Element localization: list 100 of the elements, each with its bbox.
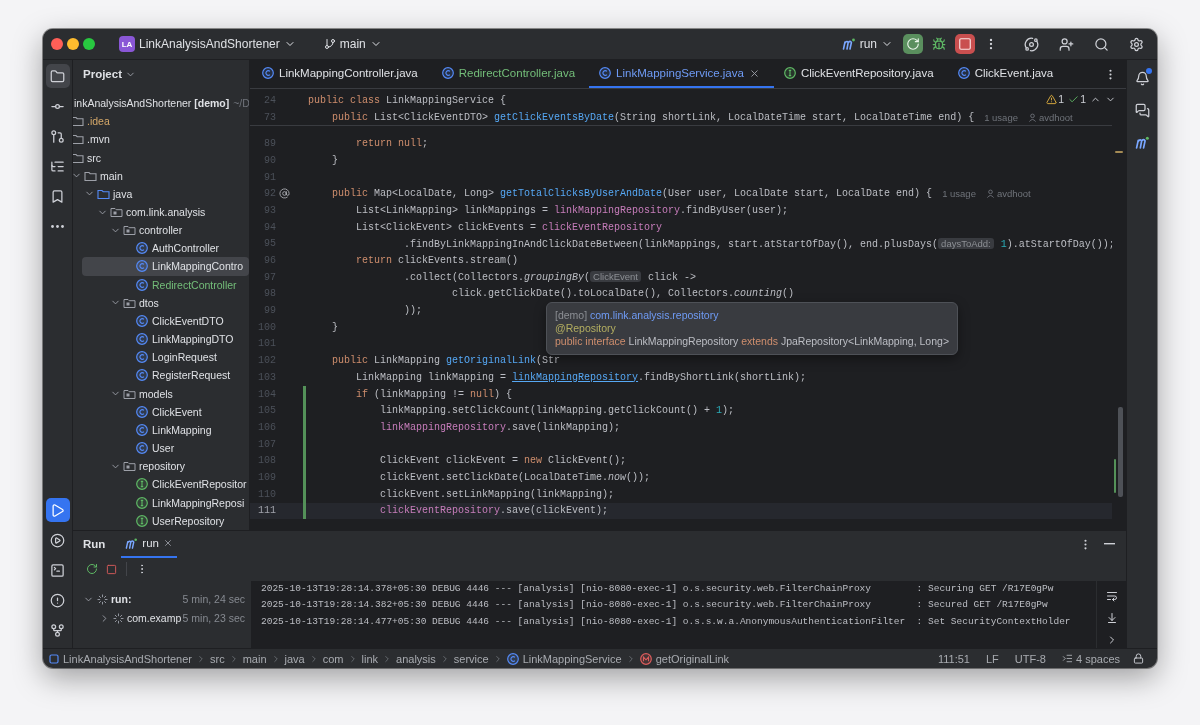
class-icon — [136, 242, 148, 255]
tree-item[interactable]: ClickEventDTO — [73, 311, 249, 331]
close-window-button[interactable] — [51, 38, 63, 50]
tree-item[interactable]: LinkMappingContro — [82, 257, 249, 276]
breadcrumb[interactable]: LinkMappingService — [506, 652, 622, 665]
class-icon — [136, 314, 148, 327]
editor-tab[interactable]: RedirectController.java — [431, 60, 590, 88]
code-line: public Map<LocalDate, Long> getTotalClicksByUserAndDate(User user, LocalDate start, LocalDate end) { — [331, 188, 933, 200]
tree-item[interactable]: ClickEvent — [73, 402, 249, 421]
breadcrumb[interactable]: link — [361, 652, 379, 665]
breadcrumb[interactable]: service — [453, 652, 489, 665]
tree-item[interactable]: AuthController — [73, 239, 249, 258]
alert-icon — [50, 592, 65, 608]
item-label: .idea — [87, 115, 110, 128]
editor-tab[interactable]: ClickEventRepository.java — [773, 60, 948, 88]
breadcrumb[interactable]: analysis — [396, 652, 436, 665]
run-tab[interactable]: run — [121, 530, 177, 558]
code-line: clickEvent.setClickDate(LocalDateTime.now()); — [379, 471, 651, 483]
usage-hint[interactable]: 1 usage — [984, 111, 1018, 123]
zoom-window-button[interactable] — [83, 38, 95, 50]
popup-line: public interface LinkMappingRepository extends JpaRepository<LinkMapping, Long> — [555, 335, 950, 348]
class-icon — [441, 67, 454, 79]
breadcrumb[interactable]: LinkAnalysisAndShortener — [49, 652, 193, 665]
caret-position[interactable]: 111:51 — [931, 652, 976, 665]
tree-item[interactable]: models — [73, 384, 249, 403]
panel-title: Run — [83, 538, 106, 551]
branch-selector[interactable]: main — [319, 34, 386, 54]
author-hint[interactable]: avdhoot — [1027, 111, 1073, 123]
rerun-button[interactable] — [903, 34, 923, 54]
tree-item[interactable]: src — [73, 148, 249, 167]
code-line: linkMappingRepository.save(linkMapping); — [379, 421, 621, 433]
package-folder-icon — [109, 206, 123, 218]
run-configuration-selector[interactable]: run — [837, 34, 897, 54]
run-tree-item[interactable]: run: 5 min, 24 sec — [73, 589, 251, 609]
tree-item[interactable]: main — [73, 166, 249, 185]
console-line: 2025-10-13T19:28:14.382+05:30 DEBUG 4446 --- [analysis] [nio-8080-exec-1] o.s.security.web.FilterChainProxy : Secured GET /R17E0gPw — [261, 598, 1048, 613]
panel-title[interactable]: Project — [83, 68, 122, 80]
code-line: .collect(Collectors.groupingBy( ClickEvent click -> — [403, 271, 696, 284]
indent-setting[interactable]: 4 spaces — [1055, 652, 1126, 665]
interface-icon — [136, 514, 148, 527]
close-icon — [163, 538, 173, 549]
tree-item[interactable]: .mvn — [73, 130, 249, 149]
tree-item[interactable]: LoginRequest — [73, 348, 249, 367]
class-icon — [136, 278, 148, 291]
tree-item[interactable]: RegisterRequest — [73, 366, 249, 385]
author-hint[interactable]: avdhoot — [985, 188, 1031, 200]
package-folder-icon — [122, 296, 136, 309]
minimize-window-button[interactable] — [67, 38, 79, 50]
code-line: List<LinkMapping> linkMappings = linkMappingRepository.findByUser(user); — [355, 204, 789, 216]
tree-item[interactable]: com.link.analysis — [73, 202, 249, 222]
console-line: 2025-10-13T19:28:14.378+05:30 DEBUG 4446 --- [analysis] [nio-8080-exec-1] o.s.security.web.FilterChainProxy : Securing GET /R17E0gPw — [261, 581, 1054, 596]
tree-item[interactable]: User — [73, 438, 249, 458]
rerun-icon — [86, 563, 98, 576]
tree-item[interactable]: java — [73, 184, 249, 203]
file-encoding[interactable]: UTF-8 — [1008, 652, 1052, 665]
class-icon — [136, 260, 148, 273]
run-tool-button[interactable] — [45, 498, 70, 522]
tree-item[interactable]: dtos — [73, 293, 249, 312]
item-label: src — [87, 151, 101, 164]
breadcrumb[interactable]: java — [284, 652, 305, 665]
editor-tab[interactable]: ClickEvent.java — [947, 60, 1068, 88]
tree-item[interactable]: UserRepository — [73, 511, 249, 530]
code-line: } — [331, 154, 338, 166]
warnings-indicator[interactable]: 1 — [1046, 93, 1065, 105]
code-line: public LinkMapping getOriginalLink(Str — [331, 355, 561, 367]
code-line: clickEvent.setLinkMapping(linkMapping); — [379, 488, 615, 500]
item-label: UserRepository — [152, 514, 225, 527]
line-separator[interactable]: LF — [979, 652, 1005, 665]
usage-hint[interactable]: 1 usage — [942, 188, 976, 200]
breadcrumb[interactable]: main — [242, 652, 267, 665]
weak-warnings-indicator[interactable]: 1 — [1068, 93, 1086, 105]
orbit-icon — [1024, 36, 1039, 52]
tree-item[interactable]: LinkMappingDTO — [73, 330, 249, 349]
code-line: return clickEvents.stream() — [355, 255, 519, 267]
run-tree-item[interactable]: com.examp5 min, 23 sec — [73, 608, 251, 628]
indent-icon — [1061, 653, 1073, 664]
at-sign-icon[interactable] — [279, 188, 290, 200]
stop-button[interactable] — [955, 34, 975, 54]
tree-item[interactable]: .idea — [73, 112, 249, 131]
tree-item[interactable]: LinkMappingReposi — [73, 493, 249, 512]
bookmark-icon — [50, 188, 65, 204]
tree-item[interactable]: ClickEventRepositor — [73, 475, 249, 494]
project-selector[interactable]: LA LinkAnalysisAndShortener — [115, 33, 300, 55]
tree-item[interactable]: inkAnalysisAndShortener [demo] ~/D — [73, 94, 249, 113]
maven-icon — [1134, 134, 1150, 150]
popup-line: [demo] com.link.analysis.repository — [555, 309, 719, 322]
editor-tab[interactable]: LinkMappingController.java — [252, 60, 432, 88]
breadcrumb[interactable]: com — [322, 652, 344, 665]
code-line: } — [331, 321, 338, 333]
tree-item[interactable]: LinkMapping — [73, 420, 249, 439]
run-label: run: — [111, 593, 132, 606]
tree-item[interactable]: RedirectController — [73, 275, 249, 294]
breadcrumb[interactable]: src — [210, 652, 225, 665]
project-tool-button[interactable] — [45, 64, 70, 88]
class-icon — [599, 67, 612, 79]
tree-item[interactable]: repository — [73, 457, 249, 476]
tree-item[interactable]: controller — [73, 221, 249, 240]
code-line: .findByLinkMappingInAndClickDateBetween(linkMappings, start.atStartOfDay(), end.plusDays( daysToAdd: 1).atStartOfDay()); — [403, 237, 1112, 250]
breadcrumb[interactable]: getOriginalLink — [639, 652, 730, 665]
class-icon — [262, 67, 274, 79]
